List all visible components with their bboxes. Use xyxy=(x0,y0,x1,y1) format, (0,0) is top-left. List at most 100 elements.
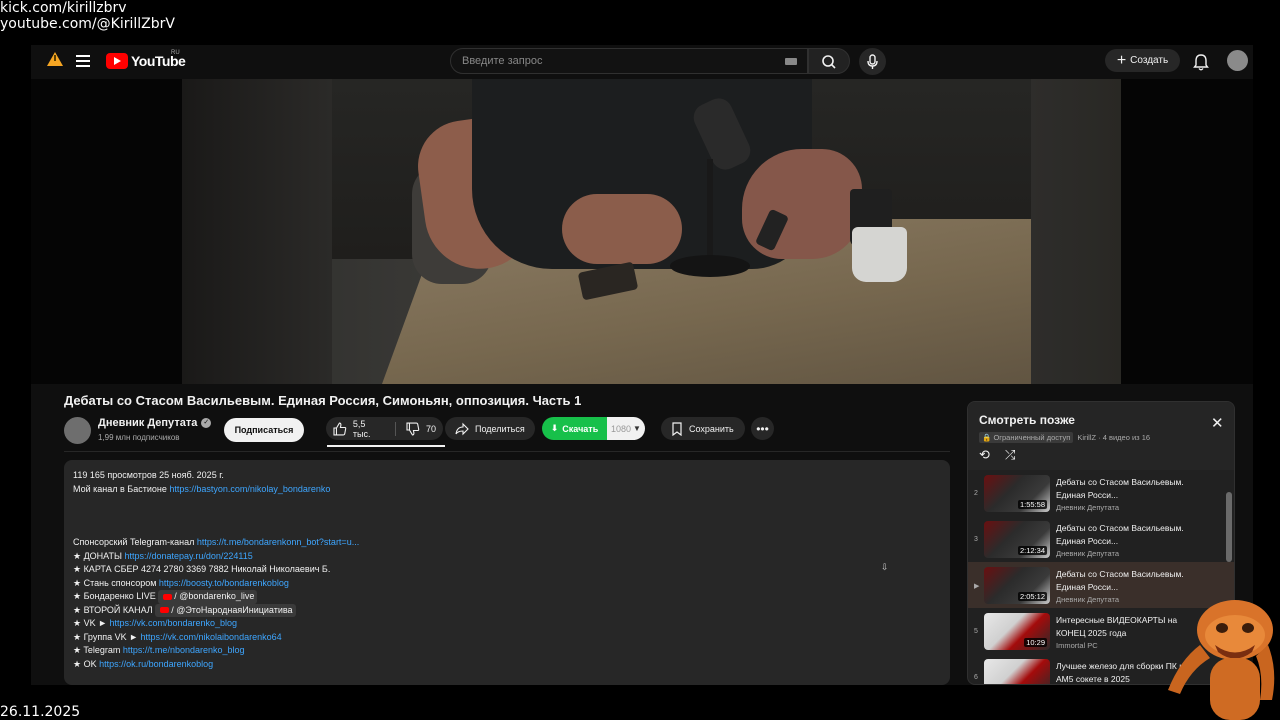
video-title: Дебаты со Стасом Васильевым. Единая Росс… xyxy=(64,393,582,408)
download-label: Скачать xyxy=(562,423,599,434)
share-icon xyxy=(455,422,469,435)
save-button[interactable]: Сохранить xyxy=(661,417,745,440)
menu-icon[interactable] xyxy=(76,55,90,67)
dislike-count[interactable]: 70 xyxy=(426,424,436,434)
item-title[interactable]: Дебаты со Стасом Васильевым. Единая Росс… xyxy=(1056,476,1196,502)
desc-ok: ★ OK https://ok.ru/bondarenkoblog xyxy=(73,658,214,669)
desc-card: ★ КАРТА СБЕР 4274 2780 3369 7882 Николай… xyxy=(73,564,331,574)
download-overlay-icon[interactable]: ⇩ xyxy=(881,562,889,573)
playlist-item[interactable]: 3 2:12:34 Дебаты со Стасом Васильевым. Е… xyxy=(968,516,1234,562)
subscribe-button[interactable]: Подписаться xyxy=(224,418,304,442)
like-dislike-group: 5,5 тыс. 70 xyxy=(326,417,443,440)
like-ratio-bar xyxy=(327,445,445,447)
vk-group-link[interactable]: https://vk.com/nikolaibondarenko64 xyxy=(141,632,282,642)
share-label: Поделиться xyxy=(475,423,525,434)
streamer-mascot-image xyxy=(1168,600,1275,720)
donate-link[interactable]: https://donatepay.ru/don/224115 xyxy=(124,551,252,561)
desc-telegram-sponsor: Спонсорский Telegram-канал https://t.me/… xyxy=(73,537,360,547)
loop-icon[interactable]: ⟲ xyxy=(979,447,990,463)
item-channel: Дневник Депутата xyxy=(1056,549,1120,558)
verified-icon: ✓ xyxy=(201,418,212,428)
playlist-meta: 🔒 Ограниченный доступ KirillZ · 4 видео … xyxy=(979,432,1150,443)
more-actions-button[interactable]: ••• xyxy=(751,417,774,440)
view-stats: 119 165 просмотров 25 нояб. 2025 г. xyxy=(73,470,224,480)
item-index: 3 xyxy=(974,536,978,543)
item-thumbnail[interactable] xyxy=(984,659,1050,684)
voice-search-button[interactable] xyxy=(859,48,886,75)
video-player[interactable] xyxy=(31,79,1253,384)
desc-vk: ★ VK ► https://vk.com/bondarenko_blog xyxy=(73,618,238,628)
playlist-title[interactable]: Смотреть позже xyxy=(979,413,1075,427)
youtube-window: YouTube RU + Создать xyxy=(31,45,1253,685)
download-button[interactable]: ⬇ Скачать 1080 ▼ xyxy=(542,417,645,440)
share-button[interactable]: Поделиться xyxy=(445,417,535,440)
download-arrow-icon: ⬇ xyxy=(550,423,559,433)
bell-icon xyxy=(1193,54,1209,71)
desc-boosty: ★ Стань спонсором https://boosty.to/bond… xyxy=(73,577,289,588)
video-frame[interactable] xyxy=(182,79,1121,384)
create-button[interactable]: + Создать xyxy=(1105,49,1180,72)
item-title[interactable]: Дебаты со Стасом Васильевым. Единая Росс… xyxy=(1056,522,1196,548)
stream-capture: { "stream_overlay": { "line1": "kick.com… xyxy=(0,0,1280,720)
ok-link[interactable]: https://ok.ru/bondarenkoblog xyxy=(99,659,213,669)
notifications-button[interactable] xyxy=(1193,53,1209,76)
microphone-icon xyxy=(867,54,878,69)
desc-live: ★ Бондаренко LIVE / @bondarenko_live xyxy=(73,590,941,604)
channel-name-row[interactable]: Дневник Депутата ✓ xyxy=(98,417,212,429)
subscriber-count: 1,99 млн подписчиков xyxy=(98,433,180,442)
channel-avatar[interactable] xyxy=(64,417,91,444)
boosty-link[interactable]: https://boosty.to/bondarenkoblog xyxy=(159,578,289,588)
live-channel-tag[interactable]: / @bondarenko_live xyxy=(158,590,258,604)
vk-link[interactable]: https://vk.com/bondarenko_blog xyxy=(109,618,237,628)
account-avatar[interactable] xyxy=(1227,50,1248,71)
stream-date: 26.11.2025 xyxy=(0,704,81,720)
telegram-link[interactable]: https://t.me/nbondarenko_blog xyxy=(123,645,245,655)
item-duration: 1:55:58 xyxy=(1017,500,1047,509)
search-icon xyxy=(822,55,836,69)
keyboard-icon[interactable] xyxy=(785,58,797,65)
youtube-play-icon xyxy=(106,53,128,69)
description-box[interactable]: 119 165 просмотров 25 нояб. 2025 г. Мой … xyxy=(64,460,950,685)
search-input[interactable] xyxy=(462,55,762,67)
thumbs-up-icon[interactable] xyxy=(333,422,347,436)
item-index: 6 xyxy=(974,674,978,681)
item-duration: 2:12:34 xyxy=(1017,546,1047,555)
desc-second-channel: ★ ВТОРОЙ КАНАЛ / @ЭтоНароднаяИнициатива xyxy=(73,603,941,617)
region-label: RU xyxy=(171,50,180,56)
item-thumbnail[interactable]: 2:12:34 xyxy=(984,521,1050,558)
like-count[interactable]: 5,5 тыс. xyxy=(353,419,385,439)
thumbs-down-icon[interactable] xyxy=(406,422,420,436)
item-duration: 2:05:12 xyxy=(1017,592,1047,601)
chevron-down-icon: ▼ xyxy=(633,424,641,433)
item-thumbnail[interactable]: 1:55:58 xyxy=(984,475,1050,512)
more-icon: ••• xyxy=(756,421,769,436)
channel-name[interactable]: Дневник Депутата xyxy=(98,417,197,429)
quality-select[interactable]: 1080 ▼ xyxy=(607,417,645,440)
item-channel: Immortal PC xyxy=(1056,641,1098,650)
stream-overlay-youtube: youtube.com/@KirillZbrV xyxy=(0,16,175,32)
youtube-mini-icon xyxy=(163,593,173,600)
playlist-scrollbar[interactable] xyxy=(1226,492,1232,562)
playlist-header: Смотреть позже 🔒 Ограниченный доступ Kir… xyxy=(968,402,1234,470)
plus-icon: + xyxy=(1116,51,1127,69)
download-main[interactable]: ⬇ Скачать xyxy=(542,417,607,440)
item-thumbnail[interactable]: 10:29 xyxy=(984,613,1050,650)
stream-overlay-kick: kick.com/kirillzbrv xyxy=(0,0,127,16)
bastion-link[interactable]: https://bastyon.com/nikolay_bondarenko xyxy=(169,484,330,494)
item-index: 2 xyxy=(974,490,978,497)
close-icon[interactable]: ✕ xyxy=(1211,414,1224,432)
item-channel: Дневник Депутата xyxy=(1056,503,1120,512)
telegram-sponsor-link[interactable]: https://t.me/bondarenkonn_bot?start=u... xyxy=(197,537,359,547)
second-channel-tag[interactable]: / @ЭтоНароднаяИнициатива xyxy=(155,603,296,617)
shuffle-icon[interactable]: ⤮ xyxy=(1005,447,1015,463)
now-playing-icon: ▶ xyxy=(974,583,980,590)
search-box[interactable] xyxy=(450,48,808,74)
item-thumbnail[interactable]: 2:05:12 xyxy=(984,567,1050,604)
divider xyxy=(64,451,950,452)
item-index: 5 xyxy=(974,628,978,635)
playlist-owner-count: KirillZ · 4 видео из 16 xyxy=(1077,433,1151,442)
playlist-item[interactable]: 2 1:55:58 Дебаты со Стасом Васильевым. Е… xyxy=(968,470,1234,516)
search-button[interactable] xyxy=(808,48,850,74)
item-duration: 10:29 xyxy=(1024,638,1047,647)
bookmark-icon xyxy=(672,421,682,436)
